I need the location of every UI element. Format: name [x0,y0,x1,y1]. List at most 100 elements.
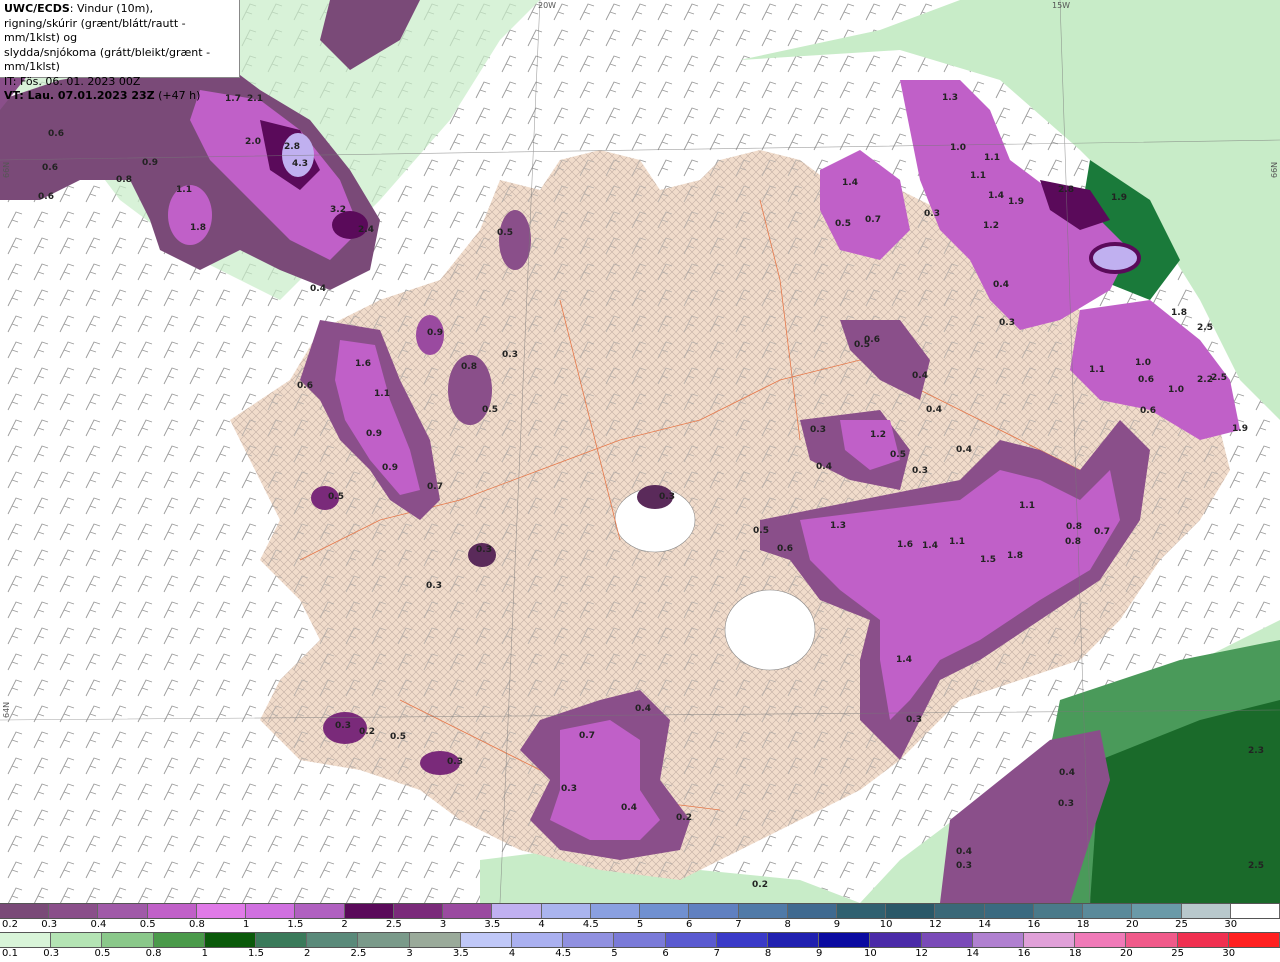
legend-swatch [307,933,359,947]
precip-value-label: 0.8 [1065,537,1081,547]
legend-swatch [512,933,564,947]
precip-value-label: 0.6 [42,163,58,173]
precip-value-label: 2.5 [1211,373,1227,383]
precip-value-label: 0.2 [676,813,692,823]
legend-tick-label: 1 [242,919,250,930]
precip-value-label: 0.4 [993,280,1009,290]
legend-tick-label: 7 [713,948,720,959]
legend-tick-label: 0.8 [188,919,205,930]
legend-swatch [153,933,205,947]
legend-swatch [98,904,148,918]
legend-tick-label: 16 [1027,919,1041,930]
legend-swatch [836,904,887,918]
precip-value-label: 0.6 [864,335,880,345]
precip-value-label: 2.8 [1058,185,1074,195]
legend-swatch [246,904,296,918]
legend-swatch [921,933,973,947]
legend-swatch [819,933,871,947]
precip-value-label: 1.4 [842,178,858,188]
precip-value-label: 0.5 [482,405,498,415]
legend-swatch [1177,933,1229,947]
coord-64n-left: 64N [2,701,11,718]
precip-value-label: 0.3 [924,209,940,219]
legend-swatch [614,933,666,947]
precip-value-label: 0.4 [956,847,972,857]
legend-swatch [935,904,985,918]
legend-swatch [738,904,788,918]
precip-value-label: 1.9 [1008,197,1024,207]
precip-value-label: 1.2 [983,221,999,231]
legend-swatch [49,904,99,918]
model-name: UWC/ECDS [4,2,70,15]
legend-swatch [984,904,1034,918]
precip-value-label: 0.3 [335,721,351,731]
legend-tick-label: 12 [929,919,942,930]
coord-66n-left: 66N [2,161,11,178]
precip-value-label: 0.6 [297,381,313,391]
precip-value-label: 0.5 [497,228,513,238]
precip-value-label: 0.3 [426,581,442,591]
legend-swatch [409,933,461,947]
legend-swatch [972,933,1025,947]
precip-value-label: 1.9 [1111,193,1127,203]
precip-value-label: 0.8 [116,175,132,185]
legend-tick-label: 1.5 [248,948,264,959]
legend-swatch [460,933,513,947]
legend-swatch [1024,933,1076,947]
legend-tick-label: 8 [764,948,772,959]
legend-swatch [0,933,52,947]
weather-map[interactable] [0,0,1280,903]
precip-value-label: 0.4 [621,803,637,813]
precip-value-label: 0.7 [1094,527,1110,537]
init-time: IT: Fös. 06. 01. 2023 00Z [4,74,141,88]
precip-value-label: 1.4 [922,541,938,551]
precip-value-label: 0.7 [865,215,881,225]
precip-value-label: 0.4 [926,405,942,415]
legend-swatch [716,933,769,947]
legend-swatch [665,933,717,947]
legend-tick-label: 18 [1068,948,1082,959]
legend-swatch [886,904,936,918]
precip-value-label: 4.3 [292,159,308,169]
legend-tick-label: 0.1 [2,948,18,959]
legend-tick-label: 3.5 [484,919,501,930]
legend-tick-label: 6 [686,919,693,930]
precip-value-label: 3.2 [330,205,346,215]
legend-swatch [1033,904,1084,918]
precip-value-label: 0.4 [912,371,928,381]
map-canvas [0,0,1280,903]
precip-value-label: 0.7 [427,482,443,492]
precip-value-label: 0.5 [390,732,406,742]
legend-swatch [541,904,591,918]
precip-value-label: 0.2 [359,727,375,737]
precip-value-label: 1.0 [950,143,966,153]
legend-swatch [1230,904,1280,918]
precip-value-label: 1.2 [870,430,886,440]
legend-tick-label: 3.5 [452,948,469,959]
legend-swatch [640,904,690,918]
precip-value-label: 1.5 [980,555,996,565]
precip-value-label: 0.4 [956,445,972,455]
legend-tick-label: 20 [1120,948,1133,959]
legend-tick-label: 4.5 [582,919,599,930]
precip-value-label: 0.9 [142,158,158,168]
legend-tick-label: 3 [406,948,413,959]
precip-value-label: 2.8 [284,142,300,152]
precip-value-label: 0.3 [659,492,675,502]
precip-value-label: 1.1 [970,171,986,181]
precip-value-label: 0.4 [1059,768,1075,778]
legend-swatch [563,933,615,947]
legend-swatch [689,904,739,918]
precip-value-label: 1.8 [1171,308,1187,318]
legend-swatch [0,904,50,918]
coord-66n-right: 66N [1270,161,1279,178]
precip-value-label: 1.1 [984,153,1000,163]
precip-value-label: 1.1 [374,389,390,399]
legend-tick-label: 9 [816,948,823,959]
precip-value-label: 0.3 [810,425,826,435]
legend-tick-label: 14 [966,948,980,959]
legend-swatch [590,904,641,918]
legend-tick-label: 30 [1222,948,1236,959]
legend-snow-ticks: 0.2 0.3 0.4 0.5 0.8 1 1.5 2 2.5 3 3.5 4 4.5 5 6 7 8 9 10 12… [0,919,1280,933]
precip-value-label: 0.3 [912,466,928,476]
